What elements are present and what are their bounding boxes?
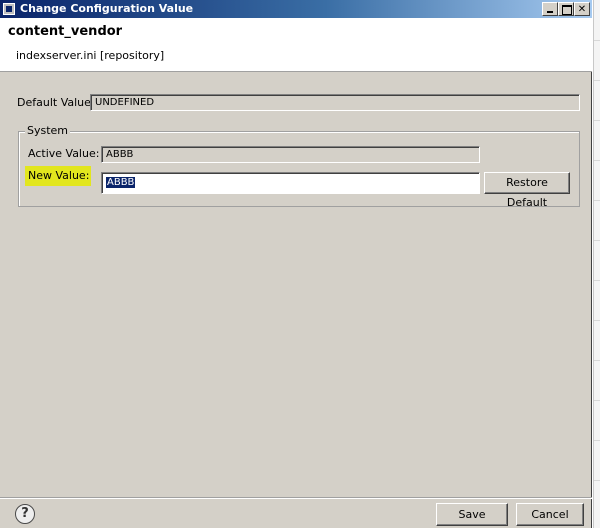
new-value-text: ABBB	[106, 177, 136, 188]
system-group: System	[18, 125, 580, 207]
new-value-label: New Value:	[25, 166, 91, 186]
minimize-icon[interactable]	[542, 2, 558, 16]
default-value-field: UNDEFINED	[90, 94, 580, 111]
background-window-edge	[593, 0, 600, 528]
title-bar[interactable]: Change Configuration Value	[0, 0, 592, 18]
active-value-field: ABBB	[101, 146, 480, 163]
parameter-location: indexserver.ini [repository]	[16, 49, 165, 62]
footer-separator	[0, 497, 592, 499]
app-icon	[3, 3, 15, 15]
parameter-name: content_vendor	[8, 24, 123, 39]
restore-default-button[interactable]: Restore Default	[484, 172, 570, 209]
default-value-label: Default Value:	[17, 96, 95, 109]
system-group-legend: System	[25, 124, 71, 137]
help-icon[interactable]: ?	[15, 504, 35, 524]
active-value-label: Active Value:	[28, 147, 100, 160]
cancel-button[interactable]: Cancel	[516, 503, 584, 526]
dialog-header: content_vendor indexserver.ini [reposito…	[0, 18, 592, 72]
maximize-icon[interactable]	[558, 2, 574, 16]
save-button[interactable]: Save	[436, 503, 508, 526]
close-icon[interactable]	[574, 2, 590, 16]
change-configuration-dialog: Change Configuration Value content_vendo…	[0, 0, 592, 528]
new-value-input[interactable]: ABBB	[101, 172, 480, 194]
window-title: Change Configuration Value	[20, 2, 194, 15]
